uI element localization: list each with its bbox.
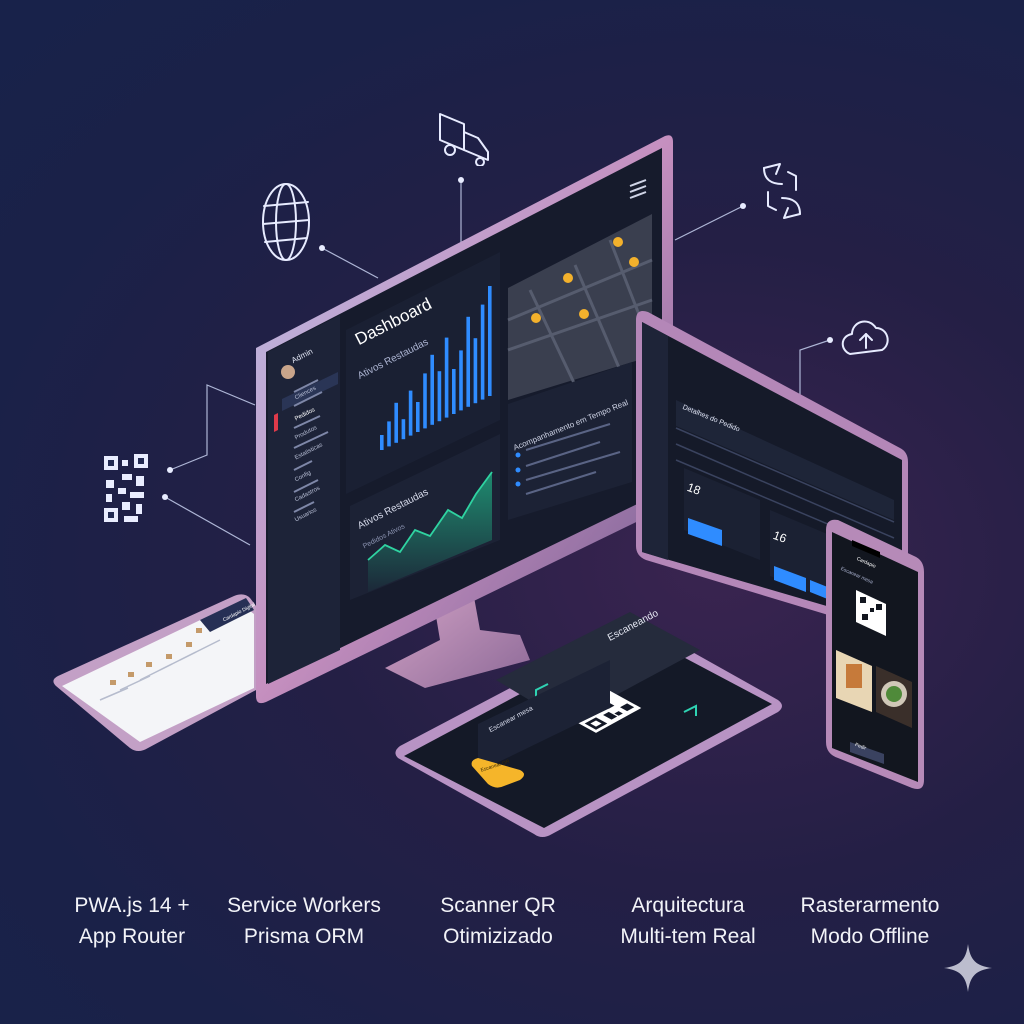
feature-5-line1: Rasterarmento	[800, 894, 940, 917]
feature-4: Arquitectura Multi-tem Real	[588, 890, 788, 952]
feature-3-line2: Otimizizado	[443, 925, 553, 948]
feature-4-line2: Multi-tem Real	[620, 925, 756, 948]
sparkle-icon	[944, 944, 992, 992]
feature-5: Rasterarmento Modo Offline	[770, 890, 970, 952]
feature-1: PWA.js 14 + App Router	[32, 890, 232, 952]
feature-3: Scanner QR Otimizizado	[398, 890, 598, 952]
feature-2-line2: Prisma ORM	[243, 925, 365, 948]
phone-right: Cardapio Escanear mesa Pedir	[0, 0, 1024, 1024]
feature-1-line2: App Router	[78, 925, 186, 948]
feature-4-line1: Arquitectura	[631, 894, 745, 917]
feature-2: Service Workers Prisma ORM	[204, 890, 404, 952]
feature-3-line1: Scanner QR	[440, 894, 556, 917]
feature-2-line1: Service Workers	[227, 894, 381, 917]
feature-5-line2: Modo Offline	[810, 925, 930, 948]
feature-1-line1: PWA.js 14 +	[74, 894, 190, 917]
